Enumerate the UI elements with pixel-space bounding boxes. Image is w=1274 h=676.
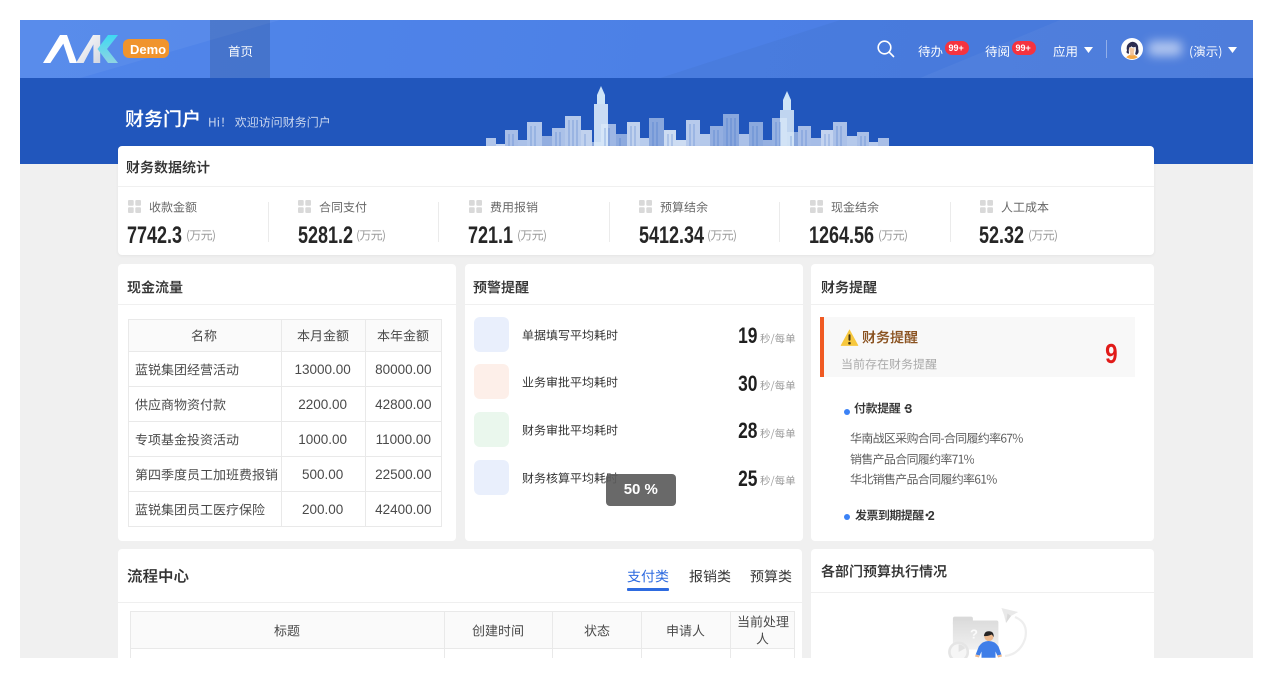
svg-text:?: ? (970, 627, 978, 642)
